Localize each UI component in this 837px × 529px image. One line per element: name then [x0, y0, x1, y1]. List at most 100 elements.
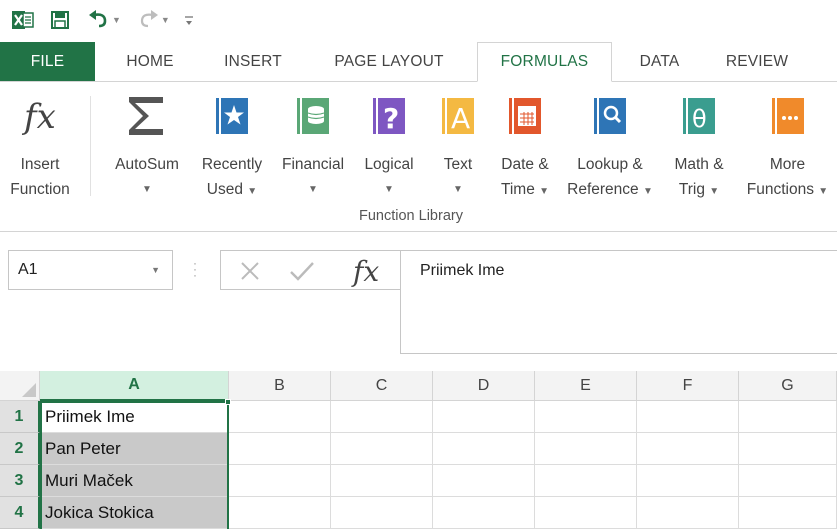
tab-insert[interactable]: INSERT: [205, 42, 301, 81]
tab-review[interactable]: REVIEW: [707, 42, 807, 81]
cell-c3[interactable]: [331, 465, 433, 497]
insert-function-button[interactable]: fx Insert Function: [8, 92, 72, 202]
column-header-f[interactable]: F: [637, 371, 739, 401]
cell-a3[interactable]: Muri Maček: [40, 465, 229, 497]
cell-b1[interactable]: [229, 401, 331, 433]
cell-b3[interactable]: [229, 465, 331, 497]
star-book-icon: [214, 92, 250, 140]
cell-a4[interactable]: Jokica Stokica: [40, 497, 229, 529]
save-icon[interactable]: [50, 8, 70, 32]
cell-e3[interactable]: [535, 465, 637, 497]
formula-value: Priimek Ime: [420, 262, 505, 279]
more-functions-button[interactable]: More Functions ▼: [738, 92, 837, 204]
chevron-down-icon: ▼: [818, 186, 829, 197]
cell-c1[interactable]: [331, 401, 433, 433]
tab-formulas[interactable]: FORMULAS: [477, 42, 612, 82]
svg-text:fx: fx: [351, 255, 379, 288]
text-button[interactable]: A Text ▼: [429, 92, 487, 202]
cell-a1[interactable]: Priimek Ime: [40, 401, 229, 433]
magnifier-book-icon: [592, 92, 628, 140]
ribbon-formulas: fx Insert Function AutoSum ▼ Recently Us…: [0, 82, 837, 232]
redo-icon[interactable]: ▼: [137, 8, 170, 32]
cell-g4[interactable]: [739, 497, 837, 529]
lookup-reference-button[interactable]: Lookup & Reference ▼: [562, 92, 658, 204]
svg-text:θ: θ: [692, 105, 707, 133]
cell-g3[interactable]: [739, 465, 837, 497]
cell-c4[interactable]: [331, 497, 433, 529]
cell-e2[interactable]: [535, 433, 637, 465]
customize-icon[interactable]: [184, 8, 194, 32]
formula-buttons: fx: [220, 250, 401, 290]
recently-used-button[interactable]: Recently Used ▼: [194, 92, 270, 204]
chevron-down-icon: ▼: [709, 186, 720, 197]
column-header-a[interactable]: A: [40, 371, 229, 401]
select-all-corner[interactable]: [0, 371, 40, 401]
chevron-down-icon: ▼: [308, 184, 318, 195]
math-trig-button[interactable]: θ Math & Trig ▼: [664, 92, 734, 204]
financial-button[interactable]: Financial ▼: [275, 92, 351, 202]
formula-input[interactable]: Priimek Ime: [400, 250, 837, 354]
coins-book-icon: [295, 92, 331, 140]
ribbon-separator: [90, 96, 91, 196]
cell-g1[interactable]: [739, 401, 837, 433]
name-box-value: A1: [18, 261, 38, 278]
spreadsheet-grid: A B C D E F G 1 Priimek Ime 2 Pan Peter …: [0, 371, 837, 529]
chevron-down-icon: ▼: [247, 186, 258, 197]
row-header-4[interactable]: 4: [0, 497, 40, 529]
tab-data[interactable]: DATA: [612, 42, 707, 81]
function-library-label: Function Library: [359, 208, 463, 224]
chevron-down-icon: ▼: [539, 186, 550, 197]
chevron-down-icon: ▼: [384, 184, 394, 195]
row-header-3[interactable]: 3: [0, 465, 40, 497]
insert-function-icon[interactable]: fx: [351, 252, 391, 293]
cell-f2[interactable]: [637, 433, 739, 465]
cell-e1[interactable]: [535, 401, 637, 433]
tab-home[interactable]: HOME: [95, 42, 205, 81]
tab-file[interactable]: FILE: [0, 42, 95, 81]
name-box[interactable]: A1 ▼: [8, 250, 173, 290]
svg-text:A: A: [451, 102, 470, 135]
column-header-e[interactable]: E: [535, 371, 637, 401]
column-header-c[interactable]: C: [331, 371, 433, 401]
fx-icon: fx: [18, 92, 62, 140]
resize-handle-icon[interactable]: · · ·: [193, 257, 197, 281]
cell-e4[interactable]: [535, 497, 637, 529]
chevron-down-icon[interactable]: ▼: [151, 265, 160, 275]
calendar-book-icon: [507, 92, 543, 140]
logical-button[interactable]: ? Logical ▼: [356, 92, 422, 202]
cell-f4[interactable]: [637, 497, 739, 529]
excel-logo-icon: [12, 8, 34, 32]
cell-f1[interactable]: [637, 401, 739, 433]
column-header-d[interactable]: D: [433, 371, 535, 401]
cell-c2[interactable]: [331, 433, 433, 465]
row-header-1[interactable]: 1: [0, 401, 40, 433]
cell-d3[interactable]: [433, 465, 535, 497]
svg-text:fx: fx: [21, 97, 56, 137]
question-book-icon: ?: [371, 92, 407, 140]
undo-dropdown-icon[interactable]: ▼: [112, 15, 121, 25]
cell-d2[interactable]: [433, 433, 535, 465]
autosum-button[interactable]: AutoSum ▼: [104, 92, 190, 202]
cell-b4[interactable]: [229, 497, 331, 529]
cell-d1[interactable]: [433, 401, 535, 433]
cell-a2[interactable]: Pan Peter: [40, 433, 229, 465]
undo-icon[interactable]: ▼: [88, 8, 121, 32]
column-header-b[interactable]: B: [229, 371, 331, 401]
date-time-button[interactable]: Date & Time ▼: [492, 92, 558, 204]
enter-check-icon[interactable]: [289, 260, 315, 287]
ellipsis-book-icon: [770, 92, 806, 140]
cell-g2[interactable]: [739, 433, 837, 465]
ribbon-tabs: FILE HOME INSERT PAGE LAYOUT FORMULAS DA…: [0, 42, 837, 82]
cell-d4[interactable]: [433, 497, 535, 529]
cell-b2[interactable]: [229, 433, 331, 465]
quick-access-toolbar: ▼ ▼: [0, 0, 837, 40]
chevron-down-icon: ▼: [453, 184, 463, 195]
tab-page-layout[interactable]: PAGE LAYOUT: [301, 42, 477, 81]
row-header-2[interactable]: 2: [0, 433, 40, 465]
chevron-down-icon: ▼: [642, 186, 653, 197]
redo-dropdown-icon[interactable]: ▼: [161, 15, 170, 25]
fill-handle[interactable]: [225, 399, 231, 405]
cell-f3[interactable]: [637, 465, 739, 497]
cancel-icon[interactable]: [239, 260, 261, 287]
column-header-g[interactable]: G: [739, 371, 837, 401]
